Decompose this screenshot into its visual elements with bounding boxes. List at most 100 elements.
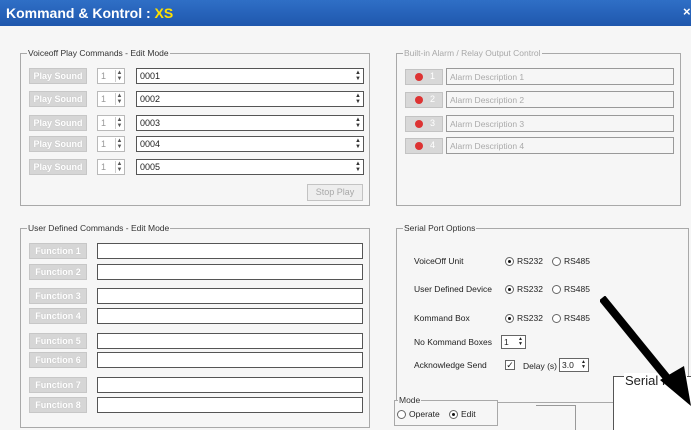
user-device-rs232-label: RS232 xyxy=(517,284,543,294)
spin-arrows-icon[interactable]: ▲ ▼ xyxy=(115,93,123,105)
play-sound-button-2[interactable]: Play Sound xyxy=(29,91,87,107)
play-sound-button-4[interactable]: Play Sound xyxy=(29,136,87,152)
sound-channel-spinner-4[interactable]: 1 ▲ ▼ xyxy=(97,136,125,152)
edit-label: Edit xyxy=(461,409,476,419)
operate-radio[interactable] xyxy=(397,410,406,419)
delay-spinner[interactable]: 3.0 ▲ ▼ xyxy=(559,358,589,372)
spinner-value: 1 xyxy=(101,71,107,81)
function-command-field-3[interactable] xyxy=(97,288,363,304)
alarm-number: 3 xyxy=(430,118,436,128)
user-device-rs232-radio[interactable] xyxy=(505,285,514,294)
function-button-2[interactable]: Function 2 xyxy=(29,264,87,280)
user-device-rs485-label: RS485 xyxy=(564,284,590,294)
play-sound-button-1[interactable]: Play Sound xyxy=(29,68,87,84)
function-button-3[interactable]: Function 3 xyxy=(29,288,87,304)
alarm-light-icon xyxy=(415,73,423,81)
sound-channel-spinner-3[interactable]: 1 ▲ ▼ xyxy=(97,115,125,131)
sound-select-3[interactable]: 0003 ▲ ▼ xyxy=(136,115,364,131)
play-sound-button-5[interactable]: Play Sound xyxy=(29,159,87,175)
spin-arrows-icon[interactable]: ▲ ▼ xyxy=(115,161,123,173)
edit-radio[interactable] xyxy=(449,410,458,419)
function-button-7[interactable]: Function 7 xyxy=(29,377,87,393)
spinner-value: 1 xyxy=(101,94,107,104)
stop-play-button[interactable]: Stop Play xyxy=(307,184,363,201)
alarm-toggle-3[interactable]: 3 xyxy=(405,116,443,132)
alarm-light-icon xyxy=(415,96,423,104)
alarm-toggle-2[interactable]: 2 xyxy=(405,92,443,108)
voiceoff-rs485-label: RS485 xyxy=(564,256,590,266)
voiceoff-rs232-radio[interactable] xyxy=(505,257,514,266)
kommand-box-rs232-label: RS232 xyxy=(517,313,543,323)
function-button-5[interactable]: Function 5 xyxy=(29,333,87,349)
sound-value: 0001 xyxy=(140,71,161,81)
window-title-accent: XS xyxy=(154,5,174,21)
spin-arrows-icon[interactable]: ▲ ▼ xyxy=(115,138,123,150)
mode-group: Mode Operate Edit xyxy=(394,395,498,426)
user-defined-group: User Defined Commands - Edit Mode Functi… xyxy=(20,223,370,428)
voiceoff-rs485-radio[interactable] xyxy=(552,257,561,266)
spin-arrows-icon[interactable]: ▲ ▼ xyxy=(517,337,524,347)
mode-legend: Mode xyxy=(398,395,422,405)
play-sound-button-3[interactable]: Play Sound xyxy=(29,115,87,131)
user-defined-legend: User Defined Commands - Edit Mode xyxy=(27,223,171,233)
alarm-description-2[interactable]: Alarm Description 2 xyxy=(446,91,674,108)
window-title: Kommand & Kontrol : xyxy=(6,5,155,21)
kommand-box-rs232-radio[interactable] xyxy=(505,314,514,323)
alarm-description-1[interactable]: Alarm Description 1 xyxy=(446,68,674,85)
spin-arrows-icon[interactable]: ▲ ▼ xyxy=(580,360,587,370)
operate-label: Operate xyxy=(409,409,440,419)
function-command-field-5[interactable] xyxy=(97,333,363,349)
alarm-toggle-1[interactable]: 1 xyxy=(405,69,443,85)
title-bar: Kommand & Kontrol : XS × xyxy=(0,0,691,26)
sound-channel-spinner-1[interactable]: 1 ▲ ▼ xyxy=(97,68,125,84)
sound-channel-spinner-5[interactable]: 1 ▲ ▼ xyxy=(97,159,125,175)
spin-arrows-icon[interactable]: ▲ ▼ xyxy=(115,117,123,129)
function-command-field-1[interactable] xyxy=(97,243,363,259)
alarm-legend: Built-in Alarm / Relay Output Control xyxy=(403,48,542,58)
spinner-value: 1 xyxy=(101,139,107,149)
acknowledge-send-label: Acknowledge Send xyxy=(414,360,487,370)
acknowledge-send-checkbox[interactable]: ✓ xyxy=(505,360,515,370)
alarm-number: 2 xyxy=(430,94,436,104)
no-kommand-boxes-spinner[interactable]: 1 ▲ ▼ xyxy=(501,335,526,349)
alarm-description-4[interactable]: Alarm Description 4 xyxy=(446,137,674,154)
alarm-toggle-4[interactable]: 4 xyxy=(405,138,443,154)
function-command-field-2[interactable] xyxy=(97,264,363,280)
function-command-field-8[interactable] xyxy=(97,397,363,413)
spinner-value: 1 xyxy=(101,118,107,128)
spin-arrows-icon[interactable]: ▲ ▼ xyxy=(354,70,362,82)
alarm-group: Built-in Alarm / Relay Output Control 1 … xyxy=(396,48,681,206)
sound-select-2[interactable]: 0002 ▲ ▼ xyxy=(136,91,364,107)
function-command-field-6[interactable] xyxy=(97,352,363,368)
bottom-frame-fragment xyxy=(536,405,576,406)
function-button-4[interactable]: Function 4 xyxy=(29,308,87,324)
sound-value: 0005 xyxy=(140,162,161,172)
spin-arrows-icon[interactable]: ▲ ▼ xyxy=(354,161,362,173)
function-button-1[interactable]: Function 1 xyxy=(29,243,87,259)
delay-value: 3.0 xyxy=(562,360,574,370)
sound-select-5[interactable]: 0005 ▲ ▼ xyxy=(136,159,364,175)
spin-arrows-icon[interactable]: ▲ ▼ xyxy=(354,117,362,129)
sound-value: 0004 xyxy=(140,139,161,149)
sound-channel-spinner-2[interactable]: 1 ▲ ▼ xyxy=(97,91,125,107)
function-button-8[interactable]: Function 8 xyxy=(29,397,87,413)
spin-arrows-icon[interactable]: ▲ ▼ xyxy=(354,93,362,105)
user-defined-device-label: User Defined Device xyxy=(414,284,492,294)
user-device-rs485-radio[interactable] xyxy=(552,285,561,294)
sound-select-4[interactable]: 0004 ▲ ▼ xyxy=(136,136,364,152)
spin-arrows-icon[interactable]: ▲ ▼ xyxy=(354,138,362,150)
close-icon[interactable]: × xyxy=(683,4,691,19)
alarm-number: 4 xyxy=(430,140,436,150)
alarm-light-icon xyxy=(415,120,423,128)
spin-arrows-icon[interactable]: ▲ ▼ xyxy=(115,70,123,82)
delay-label: Delay (s) xyxy=(523,361,558,371)
function-command-field-7[interactable] xyxy=(97,377,363,393)
function-button-6[interactable]: Function 6 xyxy=(29,352,87,368)
kommand-box-label: Kommand Box xyxy=(414,313,470,323)
sound-select-1[interactable]: 0001 ▲ ▼ xyxy=(136,68,364,84)
function-command-field-4[interactable] xyxy=(97,308,363,324)
no-kommand-boxes-label: No Kommand Boxes xyxy=(414,337,492,347)
kommand-box-rs485-radio[interactable] xyxy=(552,314,561,323)
kommand-box-rs485-label: RS485 xyxy=(564,313,590,323)
alarm-description-3[interactable]: Alarm Description 3 xyxy=(446,115,674,132)
